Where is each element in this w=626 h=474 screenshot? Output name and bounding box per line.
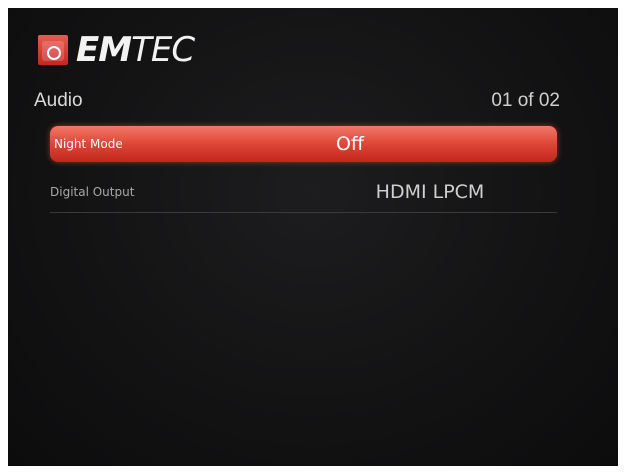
page-counter: 01 of 02 bbox=[491, 90, 560, 111]
settings-screen: EMTEC Audio 01 of 02 Night Mode Off Digi… bbox=[8, 8, 618, 466]
menu-item-label: Night Mode bbox=[54, 137, 123, 151]
brand-name-bold: EM bbox=[76, 30, 132, 70]
emtec-logo-icon bbox=[38, 35, 68, 65]
page-title: Audio bbox=[34, 90, 83, 111]
tv-frame: EMTEC Audio 01 of 02 Night Mode Off Digi… bbox=[0, 0, 626, 474]
menu-item-digital-output[interactable]: Digital Output HDMI LPCM bbox=[50, 172, 557, 213]
brand-logo: EMTEC bbox=[38, 28, 195, 72]
menu-item-label: Digital Output bbox=[50, 185, 135, 199]
menu-item-value: Off bbox=[335, 133, 365, 155]
brand-name-light: TEC bbox=[131, 30, 195, 70]
menu-item-night-mode[interactable]: Night Mode Off bbox=[50, 126, 557, 162]
brand-name: EMTEC bbox=[76, 30, 195, 70]
menu-item-value: HDMI LPCM bbox=[375, 181, 485, 203]
